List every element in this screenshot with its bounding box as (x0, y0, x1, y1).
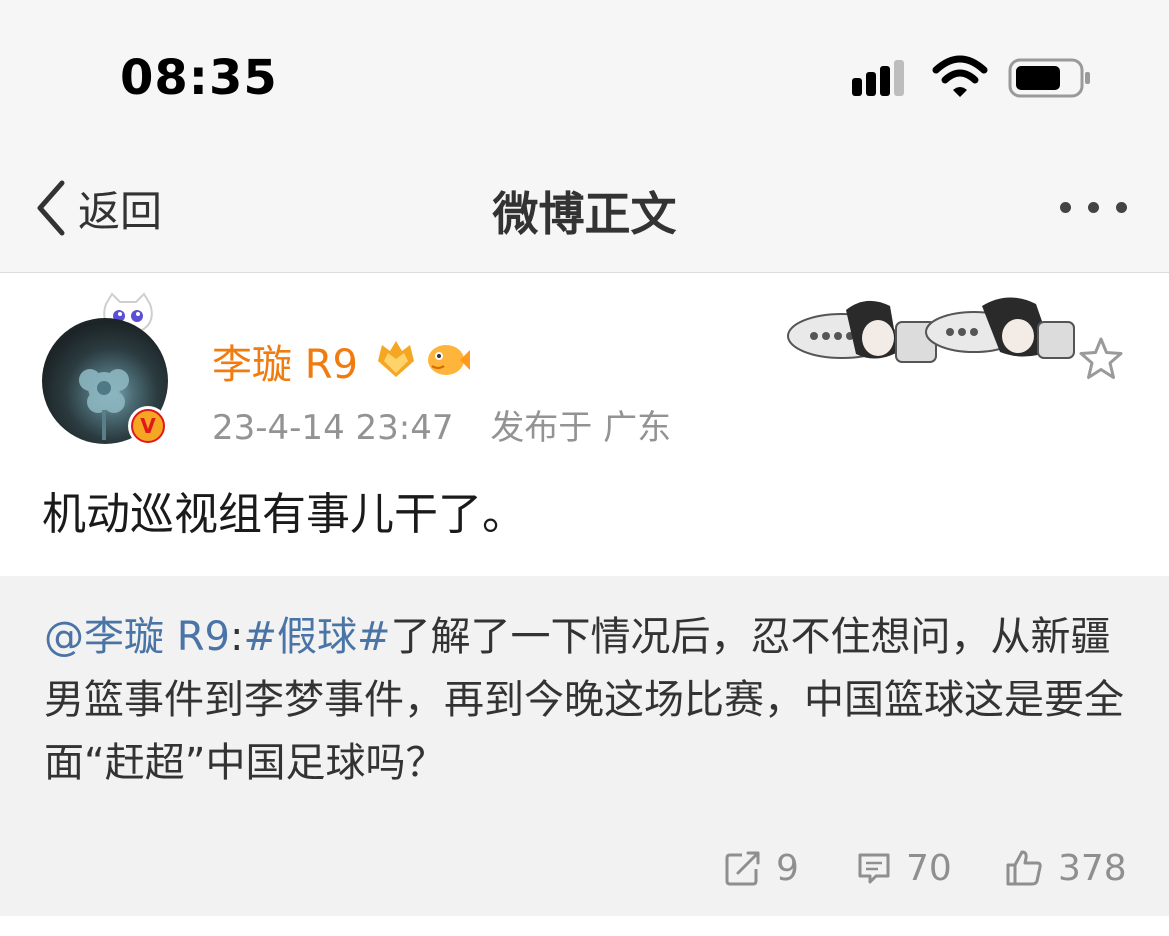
comment-icon (858, 853, 890, 884)
card-decoration-icon (787, 297, 1075, 363)
comment-button[interactable]: 70 (856, 838, 952, 898)
repost-card[interactable]: @李璇 R9:#假球#了解了一下情况后，忍不住想问，从新疆男篮事件到李梦事件，再… (0, 576, 1169, 916)
repost-body: @李璇 R9:#假球#了解了一下情况后，忍不住想问，从新疆男篮事件到李梦事件，再… (44, 606, 1124, 795)
post-timestamp: 23-4-14 23:47 (212, 408, 454, 448)
star-icon[interactable] (1077, 335, 1125, 383)
repost-count: 9 (776, 847, 799, 889)
repost-hashtag[interactable]: #假球# (243, 614, 390, 660)
status-time: 08:35 (120, 50, 278, 106)
like-count: 378 (1058, 847, 1127, 889)
navbar: 返回 微博正文 (0, 150, 1169, 272)
comment-count: 70 (906, 847, 952, 889)
post-source: 发布于 广东 (490, 408, 672, 448)
avatar[interactable]: V (40, 292, 180, 452)
repost-actions: 9 70 378 (0, 838, 1169, 898)
wifi-icon (932, 55, 988, 97)
vip-badge-icon[interactable] (374, 337, 418, 379)
divider (0, 272, 1169, 273)
author-name[interactable]: 李璇 R9 (212, 332, 358, 390)
like-button[interactable]: 378 (1004, 838, 1127, 898)
repost-mention[interactable]: @李璇 R9 (44, 614, 230, 660)
repost-colon: : (229, 614, 244, 660)
repost-button[interactable]: 9 (724, 838, 799, 898)
page-title: 微博正文 (492, 187, 677, 241)
post-text: 机动巡视组有事儿干了。 (42, 489, 526, 540)
signal-icon (852, 60, 914, 96)
like-icon (1006, 850, 1042, 886)
more-icon[interactable] (1058, 200, 1128, 216)
verified-icon: V (128, 406, 168, 446)
fish-badge-icon[interactable] (424, 338, 470, 378)
status-icons (852, 54, 1092, 102)
repost-icon (725, 851, 760, 886)
header-area: 08:35 返回 微博正文 (0, 0, 1169, 272)
post-meta: 23-4-14 23:47 发布于 广东 (212, 400, 671, 449)
battery-icon (1008, 58, 1090, 98)
